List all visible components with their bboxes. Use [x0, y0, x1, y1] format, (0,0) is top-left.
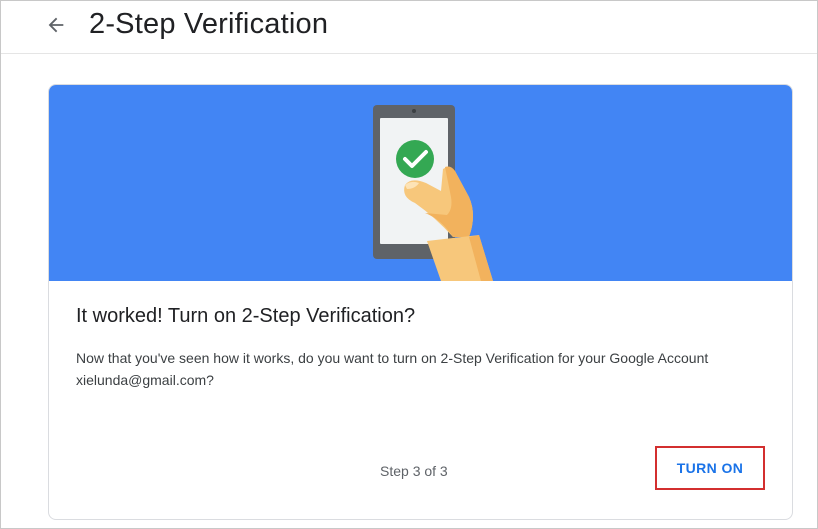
phone-check-illustration: [373, 105, 493, 281]
arrow-left-icon: [48, 17, 64, 33]
phone-camera: [412, 109, 416, 113]
page-title: 2-Step Verification: [89, 8, 329, 40]
page-frame: 2-Step Verification It worked! Turn on 2…: [0, 0, 818, 529]
card-heading: It worked! Turn on 2-Step Verification?: [76, 305, 416, 327]
card-description: Now that you've seen how it works, do yo…: [76, 350, 709, 388]
back-button[interactable]: [41, 10, 71, 40]
check-circle-icon: [396, 140, 434, 178]
turn-on-button[interactable]: TURN ON: [661, 451, 759, 485]
verification-card: It worked! Turn on 2-Step Verification? …: [48, 84, 793, 520]
hero-banner: [49, 85, 792, 281]
step-indicator: Step 3 of 3: [380, 463, 448, 479]
top-bar: 2-Step Verification: [1, 1, 817, 54]
